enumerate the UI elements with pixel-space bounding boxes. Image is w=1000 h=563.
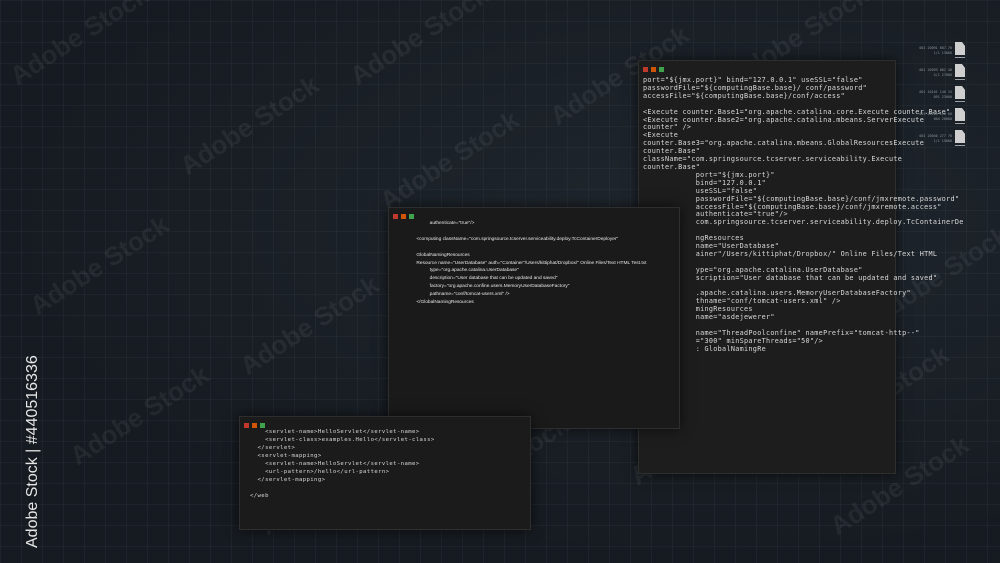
file-item[interactable]: 001 20093 002 40 4/1 27000 [910, 62, 970, 84]
maximize-icon[interactable] [409, 214, 414, 219]
file-meta: 001 20093 002 40 4/1 27000 [919, 68, 952, 77]
file-item[interactable]: 001 10101 140 15 091 23000 [910, 84, 970, 106]
file-item[interactable]: 001 20091 687.70 1/1 13000 [910, 40, 970, 62]
close-icon[interactable] [393, 214, 398, 219]
file-list: 001 20091 687.70 1/1 13000 001 20093 002 … [910, 40, 970, 150]
divider [955, 145, 965, 146]
file-meta: 001 20100 110 60 004 20000 [919, 112, 952, 121]
divider [955, 123, 965, 124]
divider [955, 79, 965, 80]
minimize-icon[interactable] [401, 214, 406, 219]
document-icon[interactable] [955, 64, 965, 77]
document-icon[interactable] [955, 130, 965, 143]
close-icon[interactable] [643, 67, 648, 72]
window-titlebar[interactable] [639, 61, 895, 77]
minimize-icon[interactable] [252, 423, 257, 428]
close-icon[interactable] [244, 423, 249, 428]
code-text: authenticate="true"/> <computing classNa… [416, 221, 647, 306]
file-meta: 001 20091 687.70 1/1 13000 [919, 46, 952, 55]
document-icon[interactable] [955, 86, 965, 99]
document-icon[interactable] [955, 42, 965, 55]
maximize-icon[interactable] [659, 67, 664, 72]
code-window-front[interactable]: <servlet-name>HelloServlet</servlet-name… [239, 416, 531, 530]
maximize-icon[interactable] [260, 423, 265, 428]
divider [955, 57, 965, 58]
minimize-icon[interactable] [651, 67, 656, 72]
code-text: <servlet-name>HelloServlet</servlet-name… [250, 429, 435, 499]
code-window-middle[interactable]: authenticate="true"/> <computing classNa… [388, 207, 680, 429]
file-meta: 001 10101 140 15 091 23000 [919, 90, 952, 99]
stock-id-label: Adobe Stock | #440516336 [24, 355, 41, 548]
file-item[interactable]: 001 20100 110 60 004 20000 [910, 106, 970, 128]
divider [955, 101, 965, 102]
file-meta: 001 20040 277 70 1/1 15000 [919, 134, 952, 143]
file-item[interactable]: 001 20040 277 70 1/1 15000 [910, 128, 970, 150]
document-icon[interactable] [955, 108, 965, 121]
